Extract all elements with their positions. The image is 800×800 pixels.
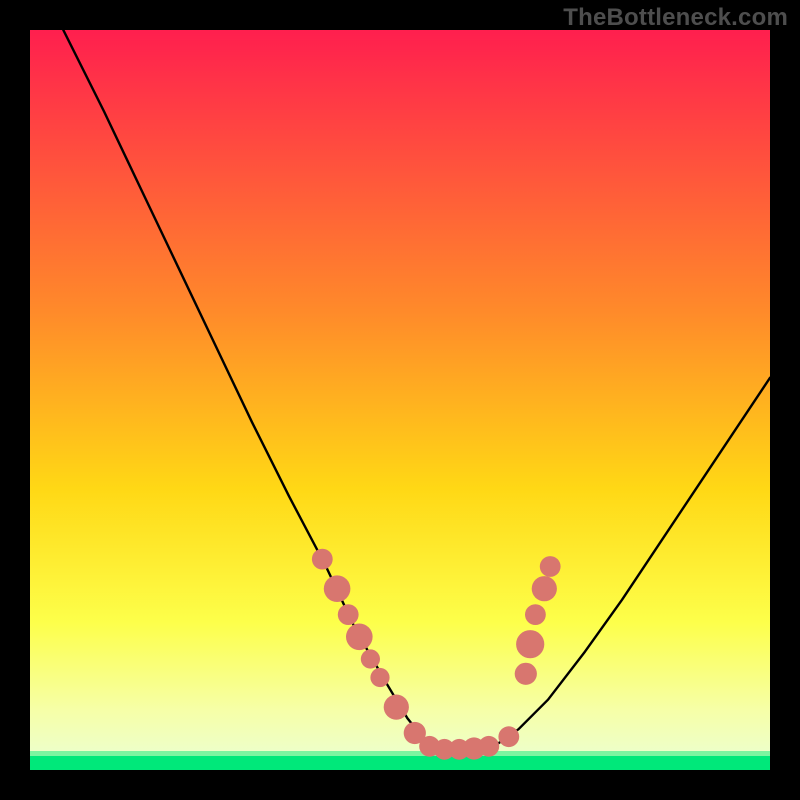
marker-dot: [515, 663, 537, 685]
marker-dot: [324, 575, 351, 602]
chart-frame: TheBottleneck.com: [0, 0, 800, 800]
green-band: [30, 756, 770, 770]
marker-dot: [478, 736, 499, 757]
marker-dot: [516, 630, 544, 658]
marker-dot: [532, 576, 557, 601]
watermark-text: TheBottleneck.com: [563, 4, 788, 32]
marker-dot: [370, 668, 389, 687]
marker-dot: [384, 695, 409, 720]
marker-dot: [346, 624, 373, 651]
marker-dot: [498, 726, 519, 747]
marker-dot: [525, 604, 546, 625]
bottleneck-chart: [30, 30, 770, 770]
gradient-background: [30, 30, 770, 770]
marker-dot: [361, 649, 380, 668]
marker-dot: [312, 549, 333, 570]
marker-dot: [338, 604, 359, 625]
light-green-band: [30, 751, 770, 756]
marker-dot: [540, 556, 561, 577]
